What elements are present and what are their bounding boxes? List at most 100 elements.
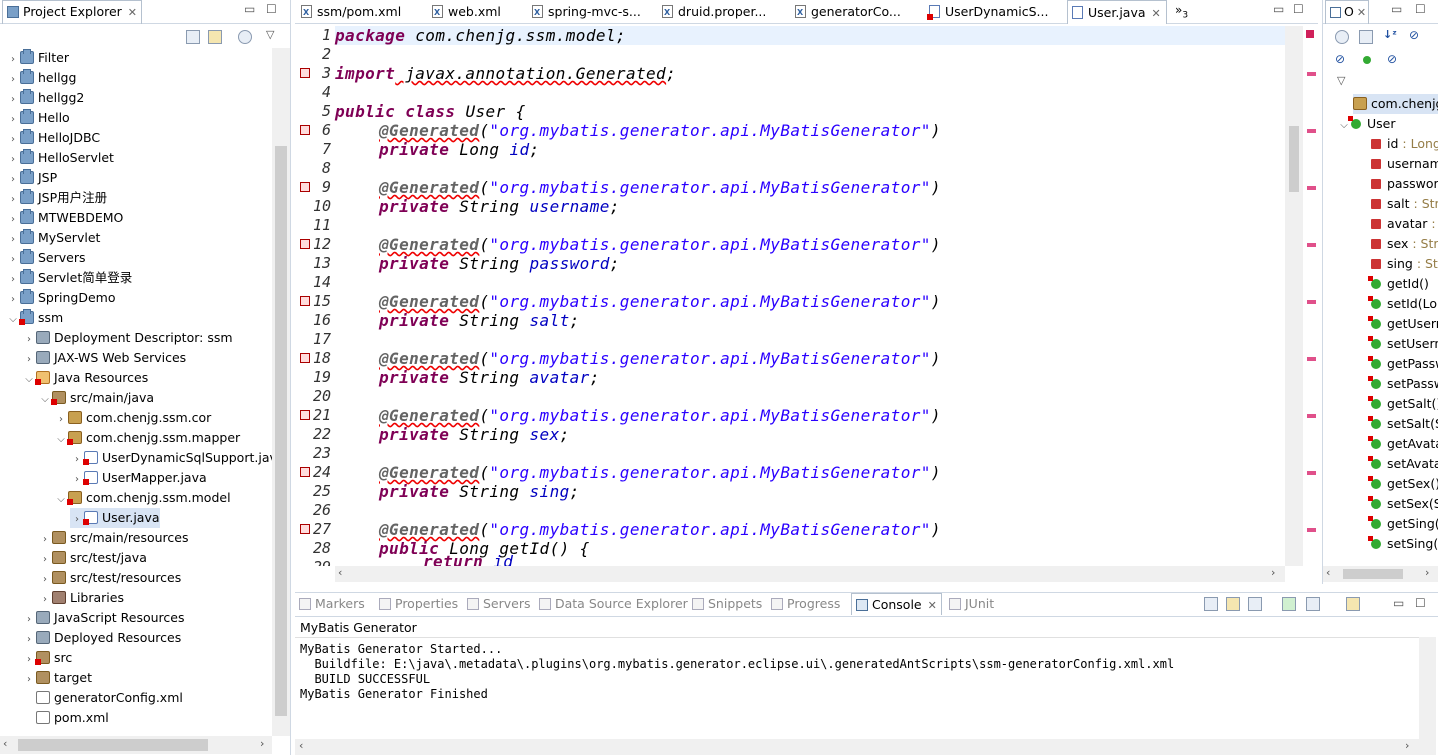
scroll-right-icon[interactable]: › [260,737,264,750]
outline-item[interactable]: setId(Long) [1368,294,1438,314]
open-console-icon[interactable] [1346,597,1360,611]
collapse-icon[interactable] [1359,30,1373,44]
bottom-tab-junit[interactable]: JUnit [949,593,994,615]
outline-hscroll-thumb[interactable] [1343,569,1403,579]
project-explorer-tab[interactable]: Project Explorer ✕ [2,0,142,24]
tree-item[interactable]: ⌵ src/main/java [38,388,154,408]
error-marker-icon[interactable] [300,68,310,78]
expanded-chevron-icon[interactable]: ⌵ [54,490,68,510]
collapsed-chevron-icon[interactable]: › [6,50,20,70]
editor-scroll-left-icon[interactable]: ‹ [338,566,342,579]
outline-item[interactable]: setSing(String) [1368,534,1438,554]
tree-item[interactable]: › HelloServlet [6,148,114,168]
overview-marker[interactable] [1307,471,1316,475]
collapsed-chevron-icon[interactable]: › [6,130,20,150]
expanded-chevron-icon[interactable]: ⌵ [38,390,52,410]
expanded-chevron-icon[interactable]: ⌵ [6,310,20,330]
console-maximize-icon[interactable]: ☐ [1415,596,1426,610]
tree-item[interactable]: ⌵ com.chenjg.ssm.model [54,488,231,508]
collapsed-chevron-icon[interactable]: › [6,110,20,130]
error-marker-icon[interactable] [300,125,310,135]
outline-item[interactable]: com.chenjg.ssm.model [1353,94,1438,114]
pin-console-icon[interactable] [1282,597,1296,611]
tree-item[interactable]: ⌵ ssm [6,308,63,328]
outline-item[interactable]: setSalt(String) [1368,414,1438,434]
outline-close-icon[interactable]: ✕ [1357,6,1366,19]
tree-item[interactable]: › Servlet简单登录 [6,268,132,288]
error-marker-icon[interactable] [300,410,310,420]
editor-tab[interactable]: spring-mvc-s... [528,0,657,24]
editor-tab[interactable]: generatorCo... [791,0,924,24]
tree-item[interactable]: › Hello [6,108,70,128]
bottom-tab-progress[interactable]: Progress [771,593,840,615]
outline-maximize-icon[interactable]: ☐ [1415,2,1426,16]
collapsed-chevron-icon[interactable]: › [6,290,20,310]
explorer-hscrollbar[interactable]: ‹ › [0,736,272,754]
tree-item[interactable]: › target [22,668,92,688]
explorer-vscroll-thumb[interactable] [275,146,287,716]
tree-item[interactable]: pom.xml [22,708,109,728]
collapsed-chevron-icon[interactable]: › [54,410,68,430]
editor-vscroll[interactable] [1285,26,1303,566]
outline-item[interactable]: setAvatar(String) [1368,454,1438,474]
bottom-tab-properties[interactable]: Properties [379,593,458,615]
collapsed-chevron-icon[interactable]: › [22,650,36,670]
tree-item[interactable]: › Servers [6,248,86,268]
tree-item[interactable]: › hellgg2 [6,88,84,108]
outline-item[interactable]: sing : String [1371,254,1438,274]
scroll-left-icon[interactable]: ‹ [3,737,7,750]
view-menu-icon[interactable]: ▽ [266,28,274,41]
tree-item[interactable]: › src/test/java [38,548,147,568]
console-scroll-left-icon[interactable]: ‹ [299,739,303,752]
maximize-icon[interactable]: ☐ [266,2,277,16]
clear-console-icon[interactable] [1204,597,1218,611]
error-marker-icon[interactable] [300,239,310,249]
console-hscrollbar[interactable]: ‹ › [295,739,1436,755]
tree-item[interactable]: ⌵ com.chenjg.ssm.mapper [54,428,240,448]
sort-icon[interactable]: ↓ᶻ [1383,28,1397,41]
code-area[interactable]: 1 package com.chenjg.ssm.model; 2 3 import j… [295,26,1303,566]
public-icon[interactable] [1363,56,1371,64]
collapsed-chevron-icon[interactable]: › [6,70,20,90]
tree-item[interactable]: › JSP [6,168,57,188]
tree-item[interactable]: › MyServlet [6,228,100,248]
outline-tab[interactable]: O ✕ [1325,0,1369,24]
overview-marker[interactable] [1307,357,1316,361]
collapsed-chevron-icon[interactable]: › [6,270,20,290]
close-icon[interactable]: ✕ [128,6,137,19]
scroll-lock-icon[interactable] [1226,597,1240,611]
editor-tab[interactable]: UserDynamicS... [925,0,1066,24]
word-wrap-icon[interactable] [1248,597,1262,611]
tree-item[interactable]: › Deployed Resources [22,628,181,648]
editor-maximize-icon[interactable]: ☐ [1293,2,1304,16]
tree-item[interactable]: › UserDynamicSqlSupport.java [70,448,272,468]
hide-nonpublic-icon[interactable]: ⊘ [1335,52,1345,66]
bottom-tab-markers[interactable]: Markers [299,593,365,615]
bottom-tab-servers[interactable]: Servers [467,593,531,615]
collapsed-chevron-icon[interactable]: › [38,570,52,590]
tree-item[interactable]: › JSP用户注册 [6,188,107,208]
overview-marker[interactable] [1307,300,1316,304]
tab-overflow-button[interactable]: »3 [1175,3,1188,20]
outline-menu-icon[interactable]: ▽ [1337,74,1345,87]
hide-local-icon[interactable]: ⊘ [1387,52,1397,66]
collapsed-chevron-icon[interactable]: › [22,350,36,370]
link-editor-icon[interactable] [208,30,222,44]
overview-marker[interactable] [1307,186,1316,190]
error-marker-icon[interactable] [300,467,310,477]
collapsed-chevron-icon[interactable]: › [6,170,20,190]
expanded-chevron-icon[interactable]: ⌵ [22,370,36,390]
editor-vscroll-thumb[interactable] [1289,126,1299,192]
error-marker-icon[interactable] [300,182,310,192]
outline-item[interactable]: avatar : String [1371,214,1438,234]
tree-item[interactable]: › UserMapper.java [70,468,207,488]
tree-item[interactable]: › src/main/resources [38,528,188,548]
collapsed-chevron-icon[interactable]: › [6,210,20,230]
tree-item[interactable]: › MTWEBDEMO [6,208,123,228]
outline-item[interactable]: getId() [1368,274,1429,294]
outline-item[interactable]: username : String [1371,154,1438,174]
tree-item[interactable]: generatorConfig.xml [22,688,183,708]
collapsed-chevron-icon[interactable]: › [6,90,20,110]
collapsed-chevron-icon[interactable]: › [22,610,36,630]
outline-item[interactable]: salt : String [1371,194,1438,214]
